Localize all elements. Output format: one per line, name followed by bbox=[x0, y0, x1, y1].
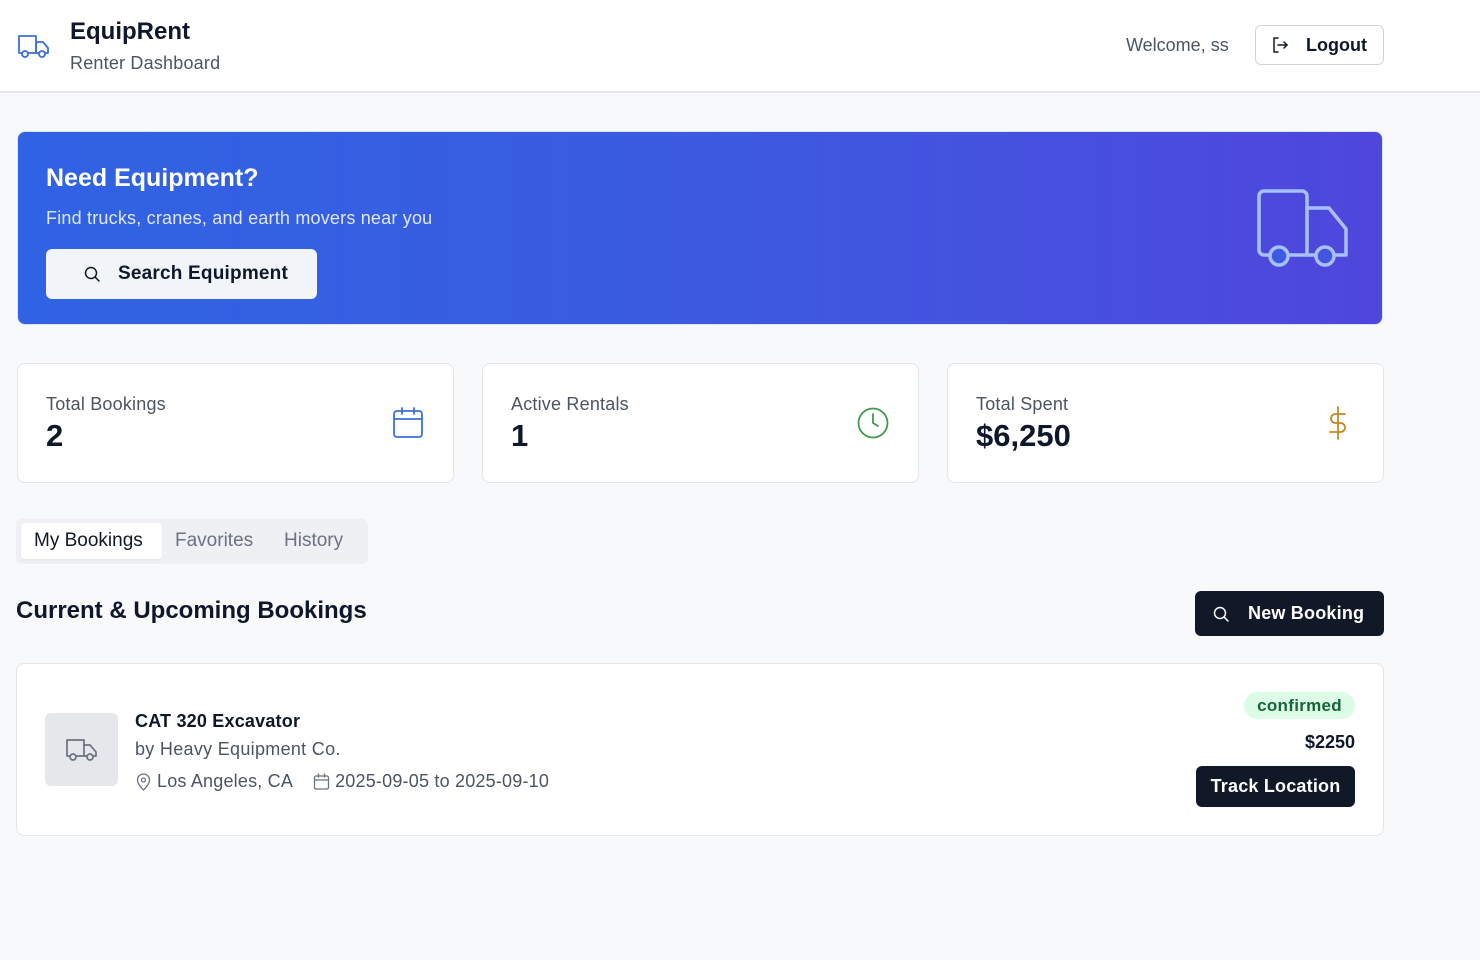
app-header: EquipRent Renter Dashboard Welcome, ss L… bbox=[0, 0, 1480, 93]
calendar-icon bbox=[313, 772, 330, 791]
logout-label: Logout bbox=[1306, 34, 1367, 55]
hero-banner: Need Equipment? Find trucks, cranes, and… bbox=[17, 131, 1383, 325]
equipment-owner: by Heavy Equipment Co. bbox=[135, 739, 341, 759]
stat-label: Active Rentals bbox=[511, 394, 629, 414]
equipment-thumbnail bbox=[45, 713, 118, 786]
tab-favorites[interactable]: Favorites bbox=[175, 523, 270, 559]
tab-history[interactable]: History bbox=[284, 523, 364, 559]
new-booking-label: New Booking bbox=[1248, 603, 1365, 623]
hero-title: Need Equipment? bbox=[46, 164, 259, 192]
status-badge: confirmed bbox=[1244, 692, 1355, 719]
booking-price: $2250 bbox=[1304, 732, 1355, 752]
search-icon bbox=[1212, 605, 1230, 623]
stat-label: Total Spent bbox=[976, 394, 1069, 414]
equipment-name: CAT 320 Excavator bbox=[135, 711, 301, 731]
app-title: EquipRent bbox=[70, 18, 190, 45]
calendar-icon bbox=[391, 406, 425, 440]
stat-card-total-spent: Total Spent $6,250 bbox=[947, 363, 1384, 483]
new-booking-button[interactable]: New Booking bbox=[1195, 591, 1384, 636]
truck-icon bbox=[65, 736, 99, 764]
search-equipment-button[interactable]: Search Equipment bbox=[46, 249, 317, 299]
search-equipment-label: Search Equipment bbox=[118, 263, 289, 284]
booking-location: Los Angeles, CA bbox=[157, 771, 294, 791]
stat-value: $6,250 bbox=[976, 418, 1071, 453]
truck-icon bbox=[1254, 188, 1352, 268]
hero-subtitle: Find trucks, cranes, and earth movers ne… bbox=[46, 208, 433, 228]
tab-bar: My Bookings Favorites History bbox=[16, 519, 368, 564]
booking-dates: 2025-09-05 to 2025-09-10 bbox=[335, 771, 550, 791]
tab-my-bookings[interactable]: My Bookings bbox=[21, 523, 162, 559]
app-subtitle: Renter Dashboard bbox=[70, 53, 221, 73]
section-title: Current & Upcoming Bookings bbox=[16, 597, 367, 624]
welcome-text: Welcome, ss bbox=[1126, 35, 1229, 55]
stat-value: 2 bbox=[46, 418, 64, 453]
booking-card: CAT 320 Excavator by Heavy Equipment Co.… bbox=[16, 663, 1384, 836]
track-location-button[interactable]: Track Location bbox=[1196, 766, 1355, 807]
booking-meta: Los Angeles, CA 2025-09-05 to 2025-09-10 bbox=[135, 771, 549, 792]
stat-value: 1 bbox=[511, 418, 529, 453]
stat-card-active-rentals: Active Rentals 1 bbox=[482, 363, 919, 483]
dollar-icon bbox=[1321, 406, 1355, 440]
stat-card-total-bookings: Total Bookings 2 bbox=[17, 363, 454, 483]
map-pin-icon bbox=[135, 772, 152, 791]
logout-icon bbox=[1270, 35, 1290, 55]
clock-icon bbox=[856, 406, 890, 440]
stat-label: Total Bookings bbox=[46, 394, 166, 414]
truck-icon bbox=[16, 30, 52, 62]
search-icon bbox=[83, 265, 101, 283]
logout-button[interactable]: Logout bbox=[1255, 25, 1384, 65]
